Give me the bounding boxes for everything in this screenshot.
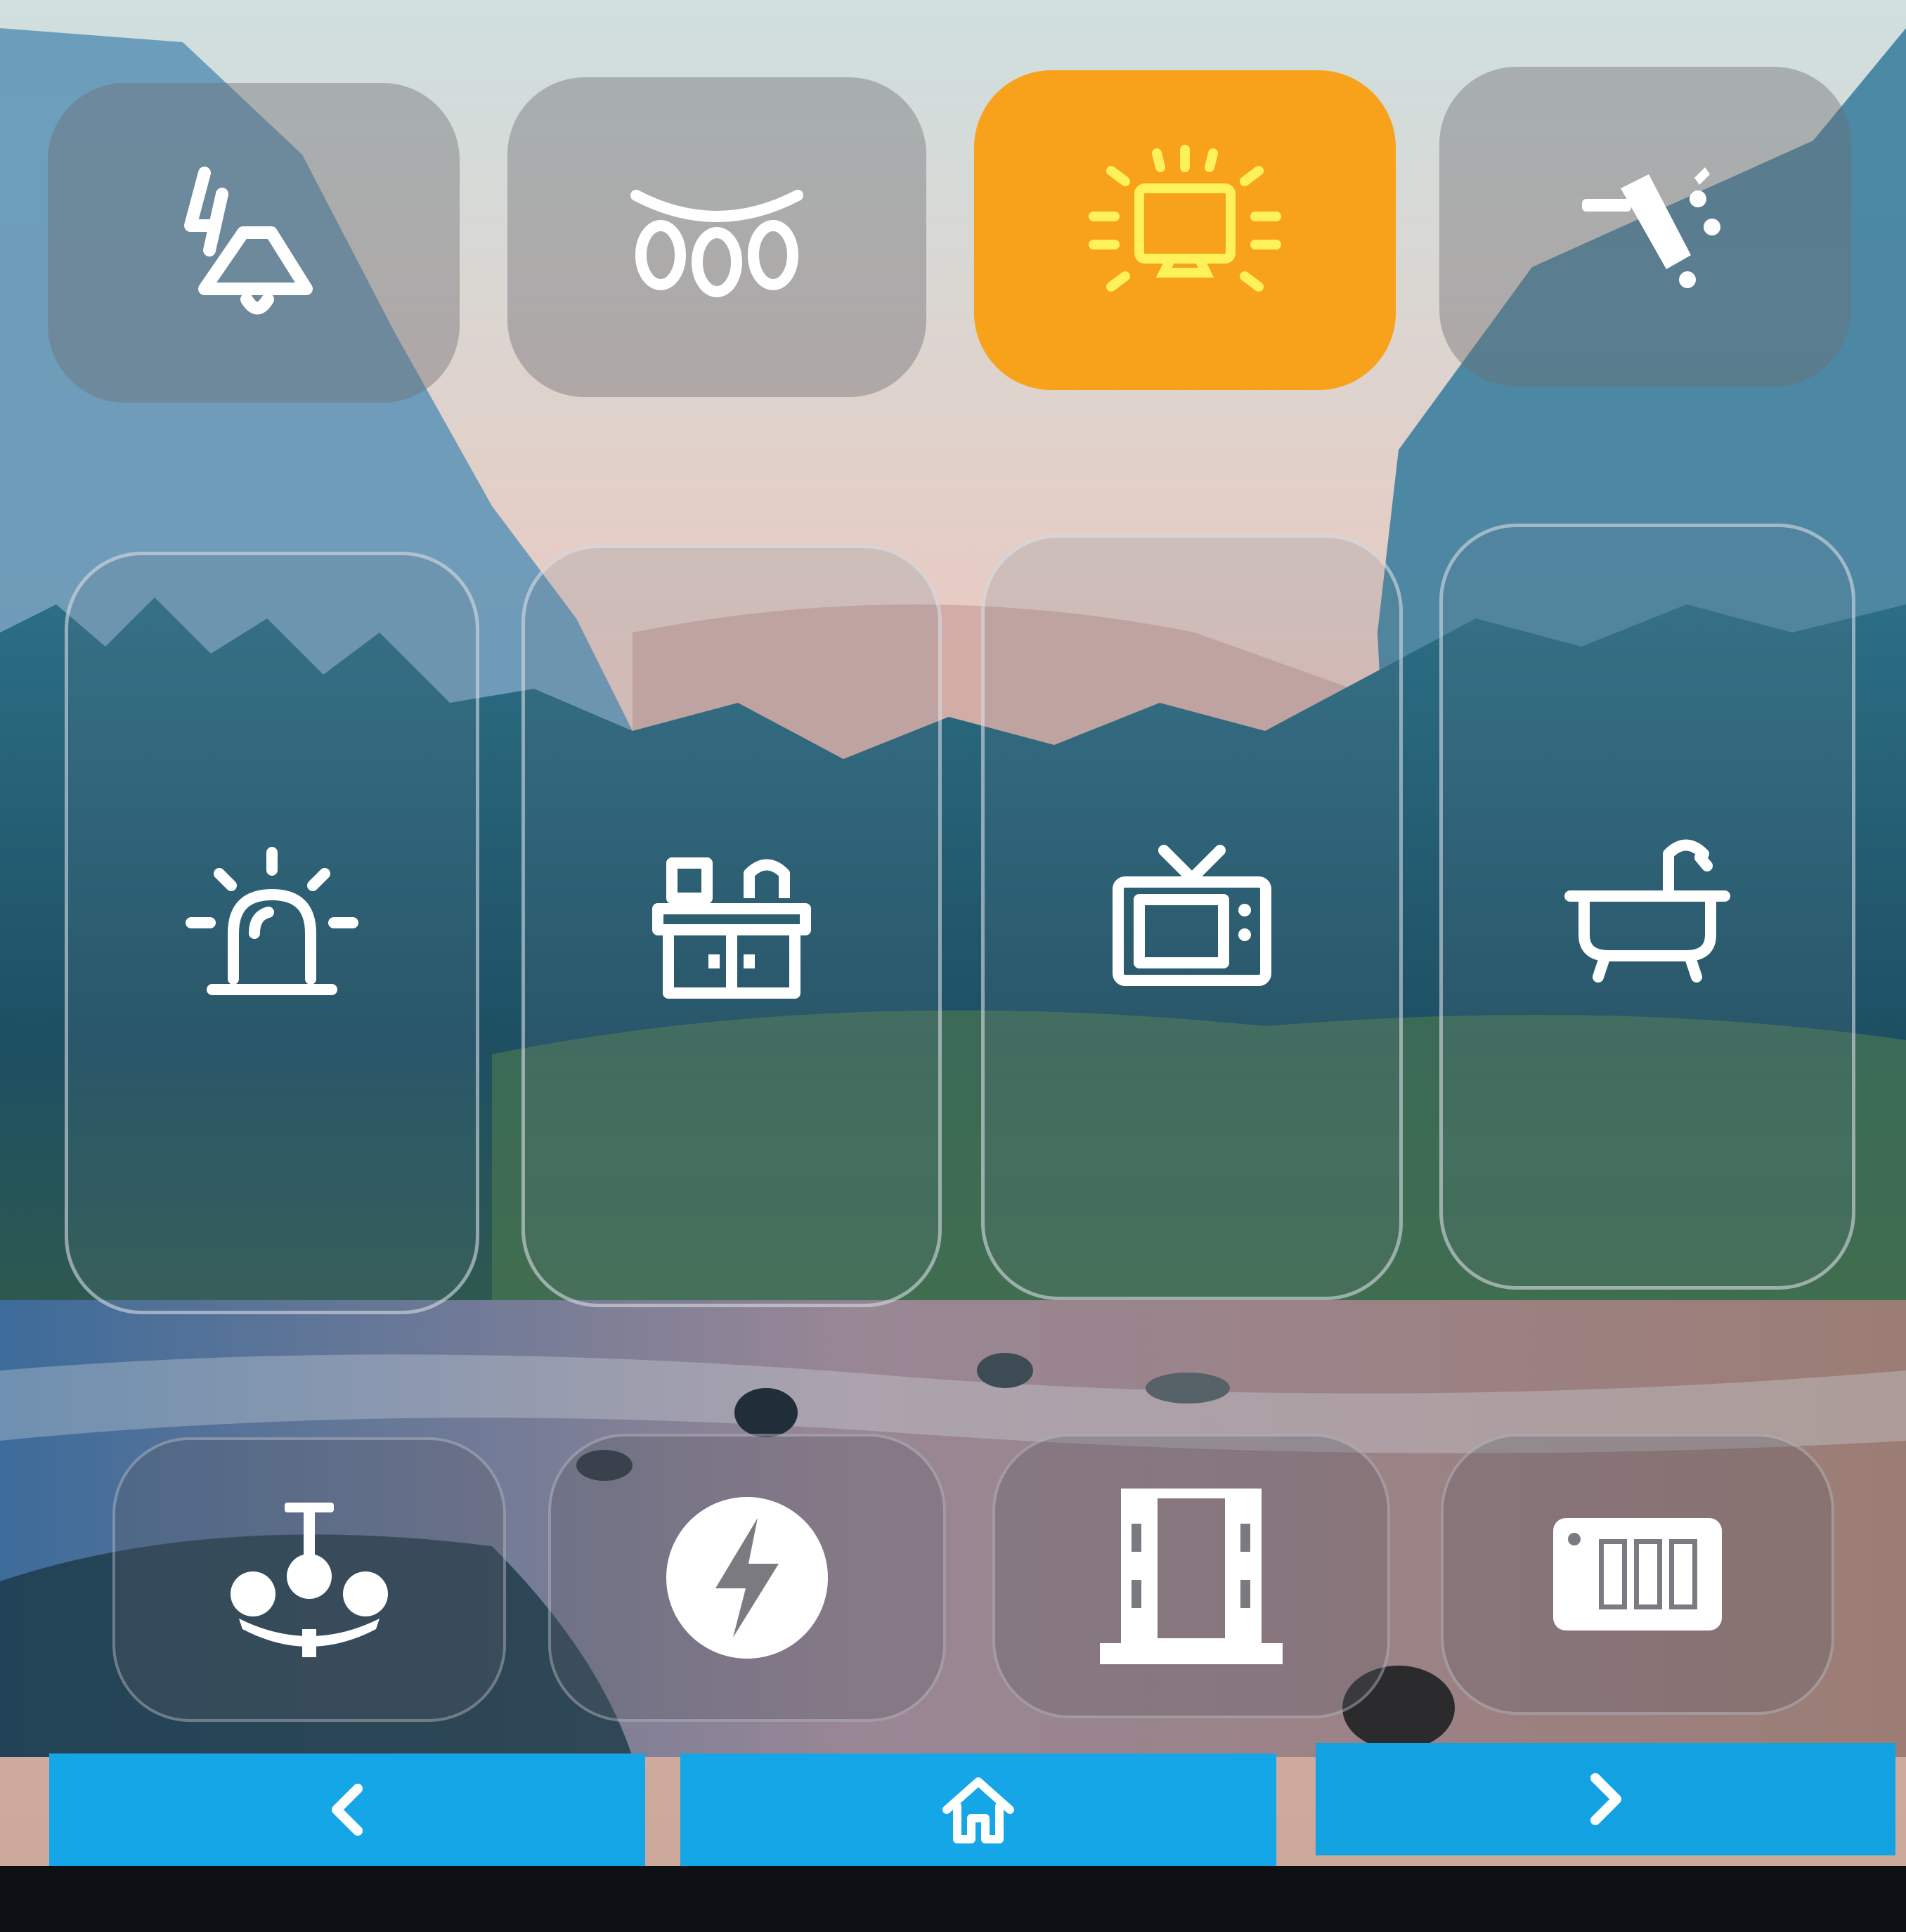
tv-icon bbox=[1113, 845, 1271, 986]
tile-bathtub[interactable] bbox=[1439, 524, 1855, 1290]
wall-switch-icon bbox=[1553, 1518, 1722, 1630]
tile-window[interactable] bbox=[992, 1434, 1390, 1718]
tile-spotlight[interactable] bbox=[1439, 67, 1851, 387]
tile-chandelier[interactable] bbox=[112, 1437, 506, 1722]
chevron-right-icon bbox=[1590, 1773, 1621, 1825]
screen-light-icon bbox=[1089, 144, 1281, 292]
home-control-screen bbox=[0, 0, 1906, 1932]
tile-wall-switch[interactable] bbox=[1441, 1434, 1834, 1715]
chandelier-icon bbox=[231, 1502, 388, 1657]
tile-screen-light[interactable] bbox=[974, 70, 1396, 390]
nav-home-button[interactable] bbox=[680, 1753, 1276, 1866]
chevron-left-icon bbox=[332, 1784, 363, 1836]
alarm-siren-icon bbox=[186, 846, 358, 995]
string-lights-icon bbox=[630, 189, 803, 297]
tile-power[interactable] bbox=[548, 1434, 946, 1722]
tile-kitchen-cabinet[interactable] bbox=[521, 545, 942, 1307]
spotlight-icon bbox=[1582, 167, 1720, 288]
kitchen-cabinet-icon bbox=[652, 857, 811, 999]
power-icon bbox=[666, 1497, 828, 1659]
window-icon bbox=[1100, 1488, 1283, 1664]
bathtub-icon bbox=[1564, 839, 1730, 983]
nav-back-button[interactable] bbox=[49, 1753, 645, 1866]
nav-forward-button[interactable] bbox=[1316, 1743, 1895, 1855]
tile-alarm-siren[interactable] bbox=[65, 552, 479, 1314]
tile-tv[interactable] bbox=[981, 534, 1403, 1300]
tile-pendant-lamp[interactable] bbox=[48, 83, 460, 403]
screen-bezel bbox=[0, 1866, 1906, 1932]
tile-string-lights[interactable] bbox=[507, 77, 926, 397]
pendant-lamp-icon bbox=[184, 166, 313, 314]
home-icon bbox=[942, 1777, 1014, 1843]
